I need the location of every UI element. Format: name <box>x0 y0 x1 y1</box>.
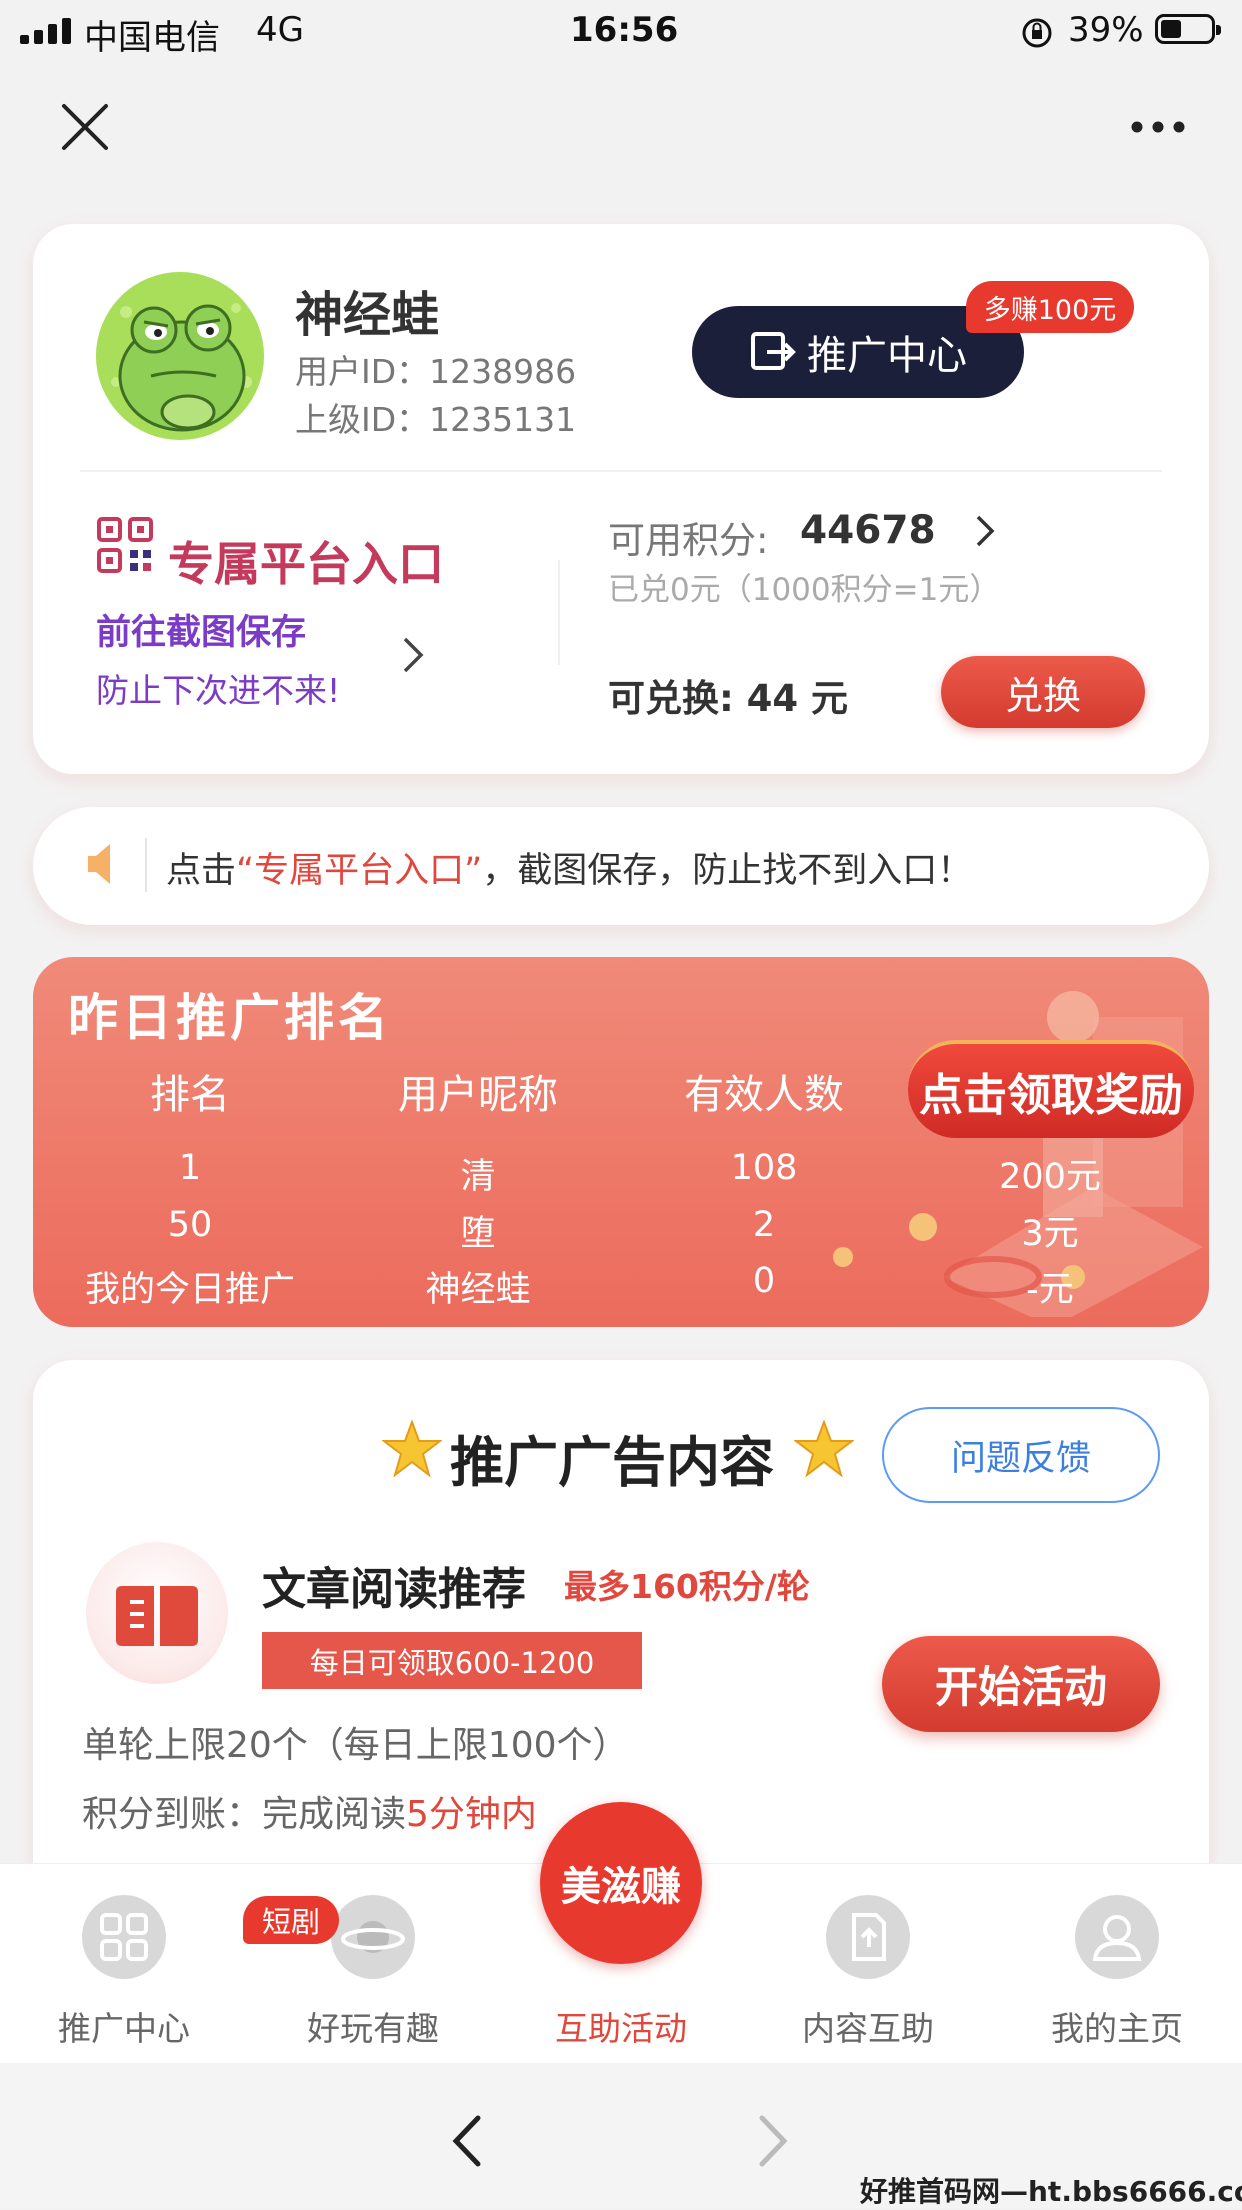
ranking-row-3-reward: -元 <box>1026 1270 1074 1310</box>
ads-title: 推广广告内容 <box>450 1431 774 1494</box>
ranking-row-1-rank: 1 <box>178 1148 202 1188</box>
ranking-row-1-reward: 200元 <box>999 1157 1101 1197</box>
points-note: 已兑0元（1000积分=1元） <box>608 572 1001 608</box>
back-icon[interactable] <box>452 2115 482 2167</box>
share-exit-icon <box>751 332 796 370</box>
chevron-right-icon[interactable] <box>402 636 424 674</box>
watermark: 好推首码网—ht.bbs6666.com <box>860 2175 1242 2208</box>
tab-promo-center[interactable]: 推广中心 <box>24 2002 224 2050</box>
forward-icon[interactable] <box>758 2115 788 2167</box>
feedback-button[interactable]: 问题反馈 <box>882 1407 1160 1503</box>
battery-icon <box>1155 14 1221 44</box>
notice-prefix: 点击 <box>166 851 237 891</box>
tab-mutual-activity[interactable]: 互助活动 <box>521 2002 721 2050</box>
ad-limit-text: 单轮上限20个（每日上限100个） <box>82 1725 629 1766</box>
ad-arrive-prefix: 积分到账：完成阅读 <box>82 1794 407 1835</box>
ranking-row-2-nick: 堕 <box>460 1214 496 1254</box>
exclusive-entry-sub2: 防止下次进不来! <box>96 671 341 710</box>
tab-my-home[interactable]: 我的主页 <box>1017 2002 1217 2050</box>
ranking-row-1-nick: 清 <box>460 1157 496 1197</box>
rotation-lock-icon <box>1022 18 1052 48</box>
planet-icon[interactable] <box>331 1895 415 1979</box>
ad-arrive-highlight: 5分钟内 <box>406 1794 537 1835</box>
earn-badge: 多赚100元 <box>966 281 1134 333</box>
star-icon <box>382 1420 442 1478</box>
carrier: 中国电信 <box>84 18 220 58</box>
user-icon[interactable] <box>1075 1895 1159 1979</box>
ad-item-title: 文章阅读推荐 <box>262 1564 526 1615</box>
exchangeable-amount: 可兑换: 44 元 <box>608 677 849 720</box>
logo-icon[interactable]: 美滋赚 <box>540 1802 702 1964</box>
book-icon <box>116 1586 198 1646</box>
avatar[interactable] <box>96 272 264 440</box>
ranking-row-3-count: 0 <box>752 1261 776 1301</box>
points-value: 44678 <box>800 508 936 553</box>
user-name: 神经蛙 <box>295 287 440 343</box>
ranking-row-2-count: 2 <box>752 1205 776 1245</box>
notice-highlight[interactable]: “专属平台入口” <box>236 851 482 891</box>
ranking-row-3-rank: 我的今日推广 <box>84 1270 295 1310</box>
ranking-header-rank: 排名 <box>150 1072 230 1118</box>
ranking-row-2-reward: 3元 <box>1021 1214 1079 1254</box>
close-icon[interactable] <box>60 102 110 152</box>
ad-item-max: 最多160积分/轮 <box>564 1567 810 1606</box>
points-label: 可用积分: <box>608 519 769 562</box>
ad-arrive-text: 积分到账：完成阅读5分钟内 <box>82 1785 537 1837</box>
points-chevron-icon[interactable] <box>975 514 995 548</box>
grid-icon[interactable] <box>82 1895 166 1979</box>
ranking-row-1-count: 108 <box>730 1148 798 1188</box>
battery-percent: 39% <box>1068 10 1144 50</box>
star-icon <box>794 1420 854 1478</box>
tab-fun[interactable]: 好玩有趣 <box>273 2002 473 2050</box>
ad-item-daily-badge: 每日可领取600-1200 <box>262 1632 642 1689</box>
exclusive-entry-title[interactable]: 专属平台入口 <box>168 528 444 594</box>
ranking-header-count: 有效人数 <box>684 1072 844 1118</box>
claim-reward-button[interactable]: 点击领取奖励 <box>908 1040 1194 1138</box>
signal-icon <box>20 18 72 44</box>
divider-vertical <box>558 560 560 665</box>
exchange-button[interactable]: 兑换 <box>941 656 1145 728</box>
notice-text: 点击“专属平台入口”，截图保存，防止找不到入口！ <box>166 842 972 893</box>
document-icon[interactable] <box>826 1895 910 1979</box>
start-activity-button[interactable]: 开始活动 <box>882 1636 1160 1732</box>
ranking-header-nick: 用户昵称 <box>398 1072 558 1118</box>
notice-suffix: ，截图保存，防止找不到入口！ <box>482 851 973 891</box>
qr-code-icon[interactable] <box>96 516 154 574</box>
speaker-icon <box>88 844 110 884</box>
tab-content-mutual[interactable]: 内容互助 <box>768 2002 968 2050</box>
short-drama-badge: 短剧 <box>243 1896 339 1944</box>
status-bar: 中国电信 4G 16:56 39% <box>0 0 1242 64</box>
exclusive-entry-sub1[interactable]: 前往截图保存 <box>96 604 306 655</box>
ranking-row-2-rank: 50 <box>167 1205 213 1245</box>
ranking-row-3-nick: 神经蛙 <box>425 1270 531 1310</box>
more-icon[interactable] <box>1130 120 1186 134</box>
notice-divider <box>145 838 147 892</box>
frog-avatar-icon <box>96 272 264 440</box>
clock: 16:56 <box>570 10 679 50</box>
ranking-title: 昨日推广排名 <box>68 989 392 1047</box>
promo-center-label: 推广中心 <box>807 333 967 379</box>
divider <box>80 470 1162 472</box>
nav-bar <box>0 64 1242 190</box>
network-type: 4G <box>256 10 304 50</box>
user-id: 用户ID：1238986 <box>295 352 577 391</box>
article-icon-wrap <box>86 1542 228 1684</box>
parent-id: 上级ID：1235131 <box>295 400 577 439</box>
